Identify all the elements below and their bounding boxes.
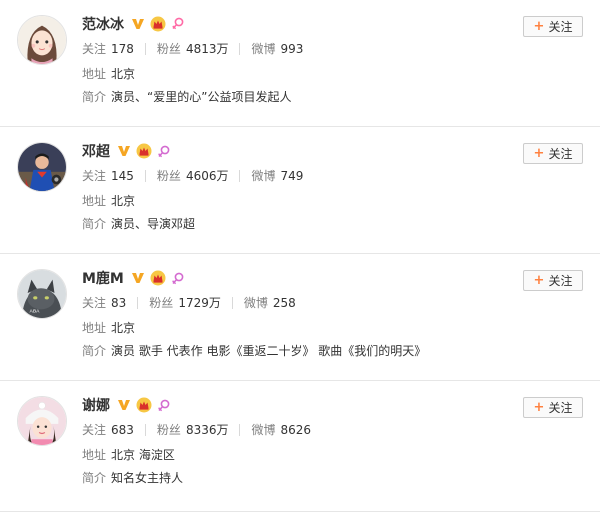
avatar[interactable]: [17, 15, 67, 65]
following-label: 关注: [82, 169, 107, 183]
follow-button[interactable]: + 关注: [523, 16, 583, 37]
follow-button-label: 关注: [548, 147, 573, 161]
user-list: 范冰冰 关注 178 粉丝 4813万 微博 993 地址 北京 简介 演员、“爱: [0, 0, 600, 512]
crown-icon[interactable]: [150, 16, 166, 32]
gender-male-icon: [170, 270, 186, 286]
user-card: 谢娜 关注 683 粉丝 8336万 微博 8626 地址北京 海淀区 简介知: [0, 381, 600, 512]
location-label: 地址: [82, 321, 107, 335]
divider: [144, 169, 146, 182]
bio-value: 演员、导演邓超: [111, 217, 196, 231]
verified-v-icon[interactable]: [130, 16, 146, 32]
plus-icon: +: [533, 273, 545, 288]
bio-row: 简介 演员、“爱里的心”公益项目发起人: [82, 88, 291, 105]
followers-label: 粉丝: [156, 42, 181, 56]
location-label: 地址: [82, 448, 107, 462]
verified-v-icon[interactable]: [130, 270, 146, 286]
follow-button[interactable]: + 关注: [523, 143, 583, 164]
user-card: ᴬᴮᴬ M鹿M 关注 83 粉丝 1729万 微博 258 地址 北京 简介 演…: [0, 254, 600, 381]
plus-icon: +: [533, 400, 545, 415]
location-value: 北京: [111, 67, 136, 81]
posts-label: 微博: [251, 169, 276, 183]
following-count[interactable]: 683: [111, 423, 134, 437]
avatar[interactable]: [17, 142, 67, 192]
user-stats: 关注 145 粉丝 4606万 微博 749: [82, 167, 303, 184]
gender-male-icon: [156, 143, 172, 159]
location-value: 北京: [111, 194, 136, 208]
verified-v-icon[interactable]: [116, 397, 132, 413]
following-count[interactable]: 145: [111, 169, 134, 183]
user-name[interactable]: 范冰冰: [82, 14, 124, 34]
following-label: 关注: [82, 423, 107, 437]
posts-count[interactable]: 258: [273, 296, 296, 310]
posts-label: 微博: [251, 42, 276, 56]
posts-count[interactable]: 993: [281, 42, 304, 56]
bio-label: 简介: [82, 471, 107, 485]
divider: [231, 296, 233, 309]
following-count[interactable]: 83: [111, 296, 126, 310]
crown-icon[interactable]: [150, 270, 166, 286]
posts-count[interactable]: 8626: [281, 423, 312, 437]
crown-icon[interactable]: [136, 143, 152, 159]
posts-label: 微博: [243, 296, 268, 310]
bio-value: 演员、“爱里的心”公益项目发起人: [111, 90, 292, 104]
avatar[interactable]: [17, 396, 67, 446]
following-count[interactable]: 178: [111, 42, 134, 56]
bio-label: 简介: [82, 344, 107, 358]
user-stats: 关注 178 粉丝 4813万 微博 993: [82, 40, 303, 57]
verified-v-icon[interactable]: [116, 143, 132, 159]
bio-row: 简介 知名女主持人: [82, 469, 183, 486]
crown-icon[interactable]: [136, 397, 152, 413]
location-row: 地址 北京: [82, 319, 135, 336]
followers-count[interactable]: 4606万: [186, 167, 229, 184]
plus-icon: +: [533, 146, 545, 161]
followers-count[interactable]: 8336万: [186, 421, 229, 438]
user-name[interactable]: 谢娜: [82, 395, 110, 415]
followers-label: 粉丝: [156, 169, 181, 183]
follow-button[interactable]: + 关注: [523, 397, 583, 418]
follow-button[interactable]: + 关注: [523, 270, 583, 291]
plus-icon: +: [533, 19, 545, 34]
avatar[interactable]: ᴬᴮᴬ: [17, 269, 67, 319]
gender-male-icon: [156, 397, 172, 413]
user-stats: 关注 83 粉丝 1729万 微博 258: [82, 294, 296, 311]
bio-value: 演员 歌手 代表作 电影《重返二十岁》 歌曲《我们的明天》: [111, 344, 427, 358]
user-name[interactable]: M鹿M: [82, 268, 124, 288]
location-label: 地址: [82, 194, 107, 208]
follow-button-label: 关注: [548, 274, 573, 288]
user-card: 范冰冰 关注 178 粉丝 4813万 微博 993 地址 北京 简介 演员、“爱: [0, 0, 600, 127]
user-name[interactable]: 邓超: [82, 141, 110, 161]
bio-value: 知名女主持人: [111, 471, 184, 485]
gender-female-icon: [170, 16, 186, 32]
divider: [144, 42, 146, 55]
location-row: 地址 北京: [82, 192, 135, 209]
divider: [239, 169, 241, 182]
followers-count[interactable]: 4813万: [186, 40, 229, 57]
following-label: 关注: [82, 42, 107, 56]
posts-count[interactable]: 749: [281, 169, 304, 183]
user-stats: 关注 683 粉丝 8336万 微博 8626: [82, 421, 311, 438]
divider: [137, 296, 139, 309]
followers-label: 粉丝: [156, 423, 181, 437]
location-row: 地址 北京: [82, 65, 135, 82]
location-value: 北京: [111, 321, 136, 335]
bio-label: 简介: [82, 217, 107, 231]
posts-label: 微博: [251, 423, 276, 437]
user-card: 邓超 关注 145 粉丝 4606万 微博 749 地址 北京 简介 演员、导演邓: [0, 127, 600, 254]
following-label: 关注: [82, 296, 107, 310]
divider: [144, 423, 146, 436]
bio-row: 简介 演员、导演邓超: [82, 215, 195, 232]
follow-button-label: 关注: [548, 20, 573, 34]
bio-row: 简介 演员 歌手 代表作 电影《重返二十岁》 歌曲《我们的明天》: [82, 342, 426, 359]
divider: [239, 42, 241, 55]
svg-text:ᴬᴮᴬ: ᴬᴮᴬ: [30, 308, 41, 317]
location-label: 地址: [82, 67, 107, 81]
followers-count[interactable]: 1729万: [178, 294, 221, 311]
location-row: 地址 北京 海淀区: [82, 446, 175, 463]
follow-button-label: 关注: [548, 401, 573, 415]
followers-label: 粉丝: [149, 296, 174, 310]
divider: [239, 423, 241, 436]
bio-label: 简介: [82, 90, 107, 104]
location-value: 北京 海淀区: [111, 448, 175, 462]
